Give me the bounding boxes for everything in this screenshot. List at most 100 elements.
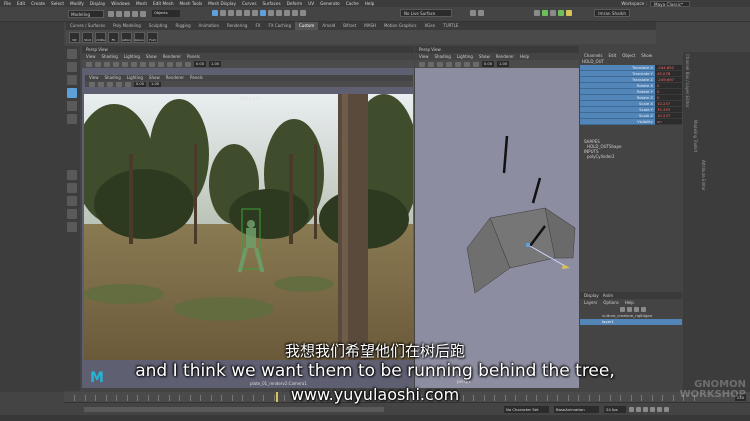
select-tool-icon[interactable]	[67, 49, 77, 59]
menu-display[interactable]: Display	[90, 1, 105, 6]
play-back-icon[interactable]	[643, 407, 648, 412]
shelf-tab-animation[interactable]: Animation	[195, 22, 223, 30]
right-menu-renderer[interactable]: Renderer	[496, 53, 514, 60]
vtab-channel-box[interactable]: Channel Box / Layer Editor	[685, 54, 690, 107]
left-inner-menu-panels[interactable]: Panels	[190, 75, 203, 81]
layer-menu-options[interactable]: Options	[603, 299, 618, 306]
snap-live-icon[interactable]	[260, 10, 266, 16]
shelf-tab-fx[interactable]: FX	[251, 22, 264, 30]
right-menu-view[interactable]: View	[419, 53, 429, 60]
r-grid-icon[interactable]	[437, 61, 443, 67]
shelf-button-bkloop[interactable]: bkLoop	[134, 31, 145, 43]
shelf-tab-motion-graphics[interactable]: Motion Graphics	[380, 22, 421, 30]
step-back-icon[interactable]	[636, 407, 641, 412]
camera-icon[interactable]	[478, 10, 484, 16]
right-viewport-panel[interactable]: Persp View View Shading Lighting Show Render…	[415, 46, 579, 388]
channel-menu-edit[interactable]: Edit	[609, 52, 617, 59]
left-menu-panels[interactable]: Panels	[187, 53, 200, 60]
channel-menu-show[interactable]: Show	[641, 52, 652, 59]
snap-plane-icon[interactable]	[252, 10, 258, 16]
camera-locator-line[interactable]	[502, 135, 509, 174]
image-plane-icon[interactable]	[104, 61, 110, 67]
channel-menu-channels[interactable]: Channels	[584, 52, 603, 59]
left-menu-view[interactable]: View	[86, 53, 96, 60]
objects-combo[interactable]: Objects	[152, 10, 180, 17]
left-gamma-field[interactable]: 1.00	[209, 61, 222, 67]
right-menu-shading[interactable]: Shading	[435, 53, 451, 60]
rotate-tool-icon[interactable]	[67, 101, 77, 111]
inner-wire-icon[interactable]	[107, 81, 113, 87]
shelf-tab-curves-surfaces[interactable]: Curves / Surfaces	[66, 22, 109, 30]
step-forward-icon[interactable]	[657, 407, 662, 412]
render-icon[interactable]	[276, 10, 282, 16]
move-layer-down-icon[interactable]	[627, 307, 632, 312]
inner-shade-icon[interactable]	[116, 81, 122, 87]
menu-mesh-tools[interactable]: Mesh Tools	[180, 1, 203, 6]
resolution-gate-icon[interactable]	[131, 61, 137, 67]
stacked-layout-icon[interactable]	[67, 209, 77, 219]
menu-file[interactable]: File	[4, 1, 11, 6]
anim-layer-combo[interactable]: BaseAnimation	[554, 406, 599, 413]
live-surface-combo[interactable]: No Live Surface	[400, 9, 452, 17]
hypershade-icon[interactable]	[300, 10, 306, 16]
film-gate-icon[interactable]	[122, 61, 128, 67]
symmetry-icon[interactable]	[470, 10, 476, 16]
input-node-name[interactable]: polyCylinder2	[584, 154, 682, 159]
folder-icon[interactable]	[108, 10, 114, 17]
menu-uv[interactable]: UV	[308, 1, 314, 6]
redo-icon[interactable]	[140, 10, 146, 17]
lights-icon[interactable]	[167, 61, 173, 67]
shelf-button-tilt[interactable]: tilt	[69, 31, 80, 43]
inner-grid-icon[interactable]	[98, 81, 104, 87]
scale-tool-icon[interactable]	[67, 114, 77, 124]
menu-mesh-display[interactable]: Mesh Display	[208, 1, 236, 6]
menu-create[interactable]: Create	[31, 1, 45, 6]
vtab-attribute-editor[interactable]: Attribute Editor	[701, 160, 706, 191]
new-layer-selected-icon[interactable]	[641, 307, 646, 312]
shelf-tab-custom[interactable]: Custom	[295, 22, 319, 30]
right-exposure-field[interactable]: 0.00	[482, 61, 495, 67]
r-xray-icon[interactable]	[473, 61, 479, 67]
shadows-icon[interactable]	[176, 61, 182, 67]
snap-curve-icon[interactable]	[236, 10, 242, 16]
shelf-button-shot[interactable]: Shot	[82, 31, 93, 43]
menu-select[interactable]: Select	[51, 1, 64, 6]
shelf-tab-arnold[interactable]: Arnold	[318, 22, 339, 30]
left-exposure-field[interactable]: 0.00	[194, 61, 207, 67]
layer-menu-layers[interactable]: Layers	[584, 299, 597, 306]
modeling-toolkit-icon[interactable]	[542, 10, 548, 16]
camera-image-plane[interactable]	[84, 94, 413, 360]
go-to-start-icon[interactable]	[629, 407, 634, 412]
command-line[interactable]	[0, 415, 750, 421]
mode-combo[interactable]: Modeling	[68, 10, 104, 18]
manipulator-handle[interactable]	[526, 243, 530, 247]
layer-tab-anim[interactable]: Anim	[603, 292, 613, 299]
shelf-tab-rigging[interactable]: Rigging	[171, 22, 194, 30]
fps-combo[interactable]: 24 fps	[604, 406, 626, 413]
left-inner-menu-show[interactable]: Show	[149, 75, 160, 81]
play-forward-icon[interactable]	[650, 407, 655, 412]
menu-modify[interactable]: Modify	[70, 1, 84, 6]
shelf-tab-sculpting[interactable]: Sculpting	[145, 22, 172, 30]
single-pane-layout-icon[interactable]	[67, 170, 77, 180]
ipr-icon[interactable]	[284, 10, 290, 16]
xray-icon[interactable]	[185, 61, 191, 67]
menu-help[interactable]: Help	[365, 1, 375, 6]
menu-edit[interactable]: Edit	[17, 1, 25, 6]
shelf-button-refanim[interactable]: refAnim	[121, 31, 132, 43]
r-lights-icon[interactable]	[464, 61, 470, 67]
left-inner-gamma-field[interactable]: 1.00	[149, 81, 162, 87]
left-inner-menu-renderer[interactable]: Renderer	[166, 75, 184, 81]
right-menu-help[interactable]: Help	[520, 53, 529, 60]
channel-value[interactable]: on	[655, 119, 682, 125]
shelf-tab-fx-caching[interactable]: FX Caching	[265, 22, 295, 30]
left-menu-show[interactable]: Show	[146, 53, 157, 60]
move-layer-up-icon[interactable]	[620, 307, 625, 312]
channel-box-icon[interactable]	[566, 10, 572, 16]
right-gamma-field[interactable]: 1.00	[497, 61, 510, 67]
shelf-tab-mash[interactable]: MASH	[360, 22, 380, 30]
shelf-button-fold[interactable]: Fold	[147, 31, 158, 43]
tool-settings-icon[interactable]	[558, 10, 564, 16]
r-smooth-shade-icon[interactable]	[455, 61, 461, 67]
render-settings-icon[interactable]	[292, 10, 298, 16]
